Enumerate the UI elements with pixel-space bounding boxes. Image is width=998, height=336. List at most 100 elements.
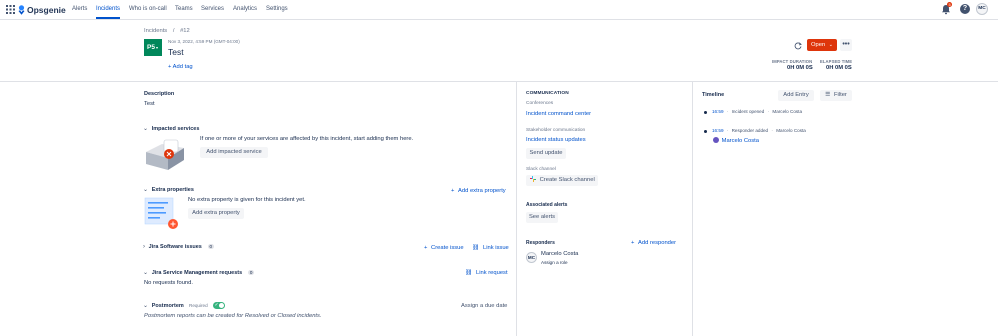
nav-incidents[interactable]: Incidents bbox=[96, 0, 121, 19]
link-issue-button[interactable]: ⛓ Link issue bbox=[472, 245, 509, 251]
filter-icon: ☰ bbox=[825, 92, 831, 98]
impacted-services-text: If one or more of your services are affe… bbox=[200, 136, 414, 142]
assign-due-date-button[interactable]: Assign a due date bbox=[461, 303, 507, 309]
impacted-services-toggle[interactable]: ⌄ Impacted services bbox=[143, 125, 199, 132]
timeline-entry-user: Marcelo Costa bbox=[776, 128, 806, 133]
link-request-button[interactable]: ⛓ Link request bbox=[465, 270, 508, 276]
incident-status-updates-link[interactable]: Incident status updates bbox=[526, 137, 586, 143]
postmortem-note: Postmortem reports can be created for Re… bbox=[144, 313, 322, 319]
timeline-title: Timeline bbox=[702, 92, 725, 98]
nav-teams[interactable]: Teams bbox=[175, 0, 193, 19]
postmortem-toggle-switch[interactable]: ✓ bbox=[213, 302, 225, 309]
impacted-services-illustration bbox=[144, 136, 192, 172]
user-avatar[interactable]: MC bbox=[976, 3, 988, 15]
opsgenie-logo[interactable]: Opsgenie bbox=[18, 4, 66, 16]
top-navigation: Opsgenie Alerts Incidents Who is on-call… bbox=[0, 0, 998, 20]
see-alerts-button[interactable]: See alerts bbox=[526, 212, 558, 223]
communication-title: COMMUNICATION bbox=[526, 91, 569, 96]
status-dropdown[interactable]: Open ⌄ bbox=[807, 39, 837, 51]
nav-alerts[interactable]: Alerts bbox=[72, 0, 87, 19]
timeline-entry-dot bbox=[704, 111, 707, 114]
assign-role-link[interactable]: Assign a role bbox=[541, 260, 568, 265]
jsm-toggle[interactable]: ⌄ Jira Service Management requests 0 bbox=[143, 269, 255, 276]
timeline-entry-event: Incident opened bbox=[731, 109, 765, 114]
extra-properties-text: No extra property is given for this inci… bbox=[188, 197, 306, 203]
header-divider bbox=[0, 81, 998, 82]
jsm-count: 0 bbox=[247, 270, 255, 275]
create-slack-channel-label: Create Slack channel bbox=[539, 177, 595, 183]
breadcrumb-current[interactable]: #12 bbox=[180, 28, 190, 34]
timeline-entry-separator: · bbox=[726, 128, 729, 133]
link-icon: ⛓ bbox=[472, 245, 480, 251]
postmortem-title: Postmortem bbox=[151, 303, 184, 309]
extra-properties-title: Extra properties bbox=[151, 187, 194, 193]
jira-software-count: 0 bbox=[207, 244, 215, 249]
add-entry-button[interactable]: Add Entry bbox=[778, 90, 814, 101]
breadcrumb: Incidents / #12 bbox=[144, 28, 190, 34]
elapsed-time-value: 0H 0M 0S bbox=[826, 65, 852, 71]
extra-properties-toggle[interactable]: ⌄ Extra properties bbox=[143, 186, 194, 193]
priority-badge[interactable]: P5▾ bbox=[144, 39, 162, 56]
impacted-services-title: Impacted services bbox=[151, 126, 200, 132]
nav-services[interactable]: Services bbox=[201, 0, 224, 19]
chevron-down-icon: ⌄ bbox=[143, 270, 149, 276]
timeline-entry-time[interactable]: 16:59 bbox=[712, 128, 724, 133]
nav-who-is-on-call[interactable]: Who is on-call bbox=[129, 0, 167, 19]
add-impacted-service-button[interactable]: Add impacted service bbox=[200, 147, 268, 158]
status-label: Open bbox=[811, 42, 826, 48]
timeline-entry-separator: · bbox=[771, 128, 773, 133]
incident-title[interactable]: Test bbox=[168, 47, 184, 57]
add-extra-property-link[interactable]: + Add extra property bbox=[451, 188, 506, 194]
link-request-label: Link request bbox=[475, 270, 508, 276]
incident-command-center-link[interactable]: Incident command center bbox=[526, 111, 591, 117]
create-issue-button[interactable]: + Create issue bbox=[424, 245, 464, 251]
column-divider-right bbox=[692, 82, 693, 336]
user-icon bbox=[713, 137, 719, 143]
plus-icon: + bbox=[424, 245, 428, 251]
responder-avatar: MC bbox=[526, 252, 537, 263]
more-icon: ••• bbox=[842, 41, 850, 48]
timeline-entry-event: Responder added bbox=[731, 128, 769, 133]
jira-software-toggle[interactable]: › Jira Software issues 0 bbox=[143, 244, 215, 250]
create-issue-label: Create issue bbox=[431, 245, 464, 251]
slack-channel-label: Slack channel bbox=[526, 167, 556, 172]
add-extra-property-label: Add extra property bbox=[458, 188, 506, 194]
create-slack-channel-button[interactable]: Create Slack channel bbox=[526, 175, 598, 186]
description-text[interactable]: Test bbox=[144, 101, 155, 107]
timeline-added-user-name: Marcelo Costa bbox=[721, 138, 759, 144]
chevron-down-icon: ▾ bbox=[155, 45, 158, 50]
timeline-entry: 16:59 · Incident opened · Marcelo Costa bbox=[712, 109, 802, 114]
help-icon[interactable]: ? bbox=[960, 4, 970, 14]
elapsed-time-label: ELAPSED TIME bbox=[820, 59, 853, 64]
chevron-down-icon: ⌄ bbox=[143, 187, 149, 193]
timeline-entry-time[interactable]: 16:59 bbox=[712, 109, 724, 114]
column-divider-left bbox=[516, 82, 517, 336]
nav-settings[interactable]: Settings bbox=[266, 0, 288, 19]
refresh-icon[interactable] bbox=[794, 42, 802, 50]
impact-duration-value: 0H 0M 0S bbox=[787, 65, 813, 71]
timeline-entry-dot bbox=[704, 130, 707, 133]
opsgenie-logo-icon bbox=[18, 5, 25, 15]
conferences-label: Conferences bbox=[526, 101, 554, 106]
breadcrumb-incidents[interactable]: Incidents bbox=[144, 28, 167, 34]
send-update-button[interactable]: Send update bbox=[526, 148, 566, 159]
impact-duration-label: IMPACT DURATION bbox=[772, 59, 813, 64]
link-icon: ⛓ bbox=[465, 270, 473, 276]
add-responder-button[interactable]: + Add responder bbox=[631, 240, 676, 246]
nav-analytics[interactable]: Analytics bbox=[233, 0, 257, 19]
add-extra-property-button[interactable]: Add extra property bbox=[188, 208, 244, 219]
add-responder-label: Add responder bbox=[638, 240, 677, 246]
filter-button[interactable]: ☰ Filter bbox=[820, 90, 852, 101]
postmortem-toggle[interactable]: ⌄ Postmortem bbox=[143, 302, 184, 309]
jsm-empty-text: No requests found. bbox=[144, 280, 193, 286]
responder-name: Marcelo Costa bbox=[541, 251, 579, 257]
timeline-entry-separator: · bbox=[767, 109, 770, 114]
app-switcher-icon[interactable] bbox=[6, 5, 15, 14]
notifications-bell-icon[interactable]: 5 bbox=[941, 2, 953, 15]
timeline-added-user[interactable]: Marcelo Costa bbox=[713, 137, 759, 144]
add-tag-link[interactable]: + Add tag bbox=[168, 64, 193, 70]
timeline-entry: 16:59 · Responder added · Marcelo Costa bbox=[712, 128, 806, 133]
responders-title: Responders bbox=[526, 240, 555, 246]
more-actions-button[interactable]: ••• bbox=[840, 39, 852, 51]
description-label: Description bbox=[144, 91, 175, 97]
